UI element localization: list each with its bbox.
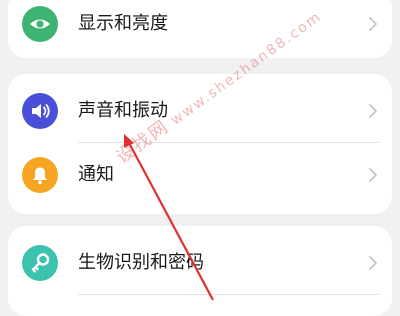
- settings-card-security: 生物识别和密码: [8, 226, 392, 316]
- eye-icon: [22, 6, 58, 42]
- settings-item-display[interactable]: 显示和亮度: [8, 0, 392, 55]
- chevron-right-icon: [369, 17, 377, 31]
- settings-item-label: 生物识别和密码: [78, 252, 204, 273]
- settings-item-notification[interactable]: 通知: [8, 144, 392, 206]
- chevron-right-icon: [369, 256, 377, 270]
- speaker-icon: [22, 93, 58, 129]
- settings-item-label: 通知: [78, 164, 114, 185]
- settings-card-display: 显示和亮度: [8, 0, 392, 58]
- divider: [78, 294, 380, 295]
- bell-icon: [22, 157, 58, 193]
- chevron-right-icon: [369, 168, 377, 182]
- settings-item-security[interactable]: 生物识别和密码: [8, 232, 392, 294]
- settings-item-label: 显示和亮度: [78, 13, 168, 34]
- key-icon: [22, 245, 58, 281]
- chevron-right-icon: [369, 104, 377, 118]
